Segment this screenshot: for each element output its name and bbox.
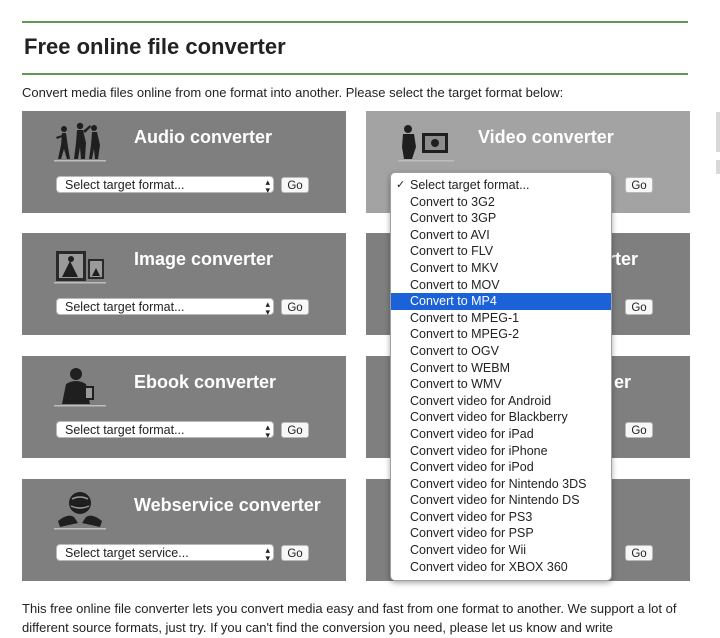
globe-hands-icon [52,487,108,536]
select-arrows-icon: ▴ ▾ [265,422,270,440]
option-label: Convert video for PSP [410,526,534,541]
hash-go-button[interactable]: Go [625,545,653,561]
dropdown-option[interactable]: Convert video for iPhone [391,443,611,460]
footer-text: This free online file converter lets you… [22,601,677,635]
dropdown-option[interactable]: Convert video for Android [391,393,611,410]
option-label: Convert video for iPad [410,426,534,441]
video-converter-title: Video converter [478,127,614,147]
image-converter-card: Image converter Select target format... … [22,233,346,335]
select-value: Select target format... [65,178,185,192]
dropdown-option[interactable]: Convert video for iPad [391,426,611,443]
select-value: Select target format... [65,423,185,437]
video-camera-icon [396,119,456,168]
option-label: Convert video for iPod [410,460,534,475]
dropdown-option[interactable]: Convert to WEBM [391,360,611,377]
ebook-go-button[interactable]: Go [281,422,309,438]
video-go-button[interactable]: Go [625,177,653,193]
dropdown-option[interactable]: Convert video for PSP [391,525,611,542]
document-go-button[interactable]: Go [625,299,653,315]
ebook-converter-title: Ebook converter [134,372,277,392]
dropdown-options: ✓ Select target format... Convert to 3G2 Co… [391,177,611,575]
dropdown-option[interactable]: Convert video for iPod [391,459,611,476]
option-label: Convert to MKV [410,260,499,275]
option-label: Convert to AVI [410,227,490,242]
option-label: Convert video for Nintendo DS [410,493,580,508]
archive-converter-title: er [614,372,632,392]
dropdown-option[interactable]: ✓ Select target format... [391,177,611,194]
reader-person-icon [52,364,108,413]
dropdown-option[interactable]: Convert video for Blackberry [391,409,611,426]
image-go-button[interactable]: Go [281,299,309,315]
ebook-format-select[interactable]: Select target format... ▴ ▾ [56,421,274,440]
page-title: Free online file converter [24,34,286,59]
right-edge-stripe [716,160,720,174]
option-label: Convert video for Blackberry [410,410,568,425]
audio-converter-card: Audio converter Select target format... … [22,111,346,213]
option-label: Convert to OGV [410,343,499,358]
select-arrows-icon: ▴ ▾ [265,545,270,563]
dropdown-option[interactable]: Convert to MPEG-2 [391,326,611,343]
option-label: Convert video for iPhone [410,443,548,458]
dropdown-option[interactable]: Convert to MP4 [391,293,611,310]
select-value: Select target format... [65,300,185,314]
webservice-go-button[interactable]: Go [281,545,309,561]
dropdown-option[interactable]: Convert to OGV [391,343,611,360]
ebook-converter-card: Ebook converter Select target format... … [22,356,346,458]
image-format-select[interactable]: Select target format... ▴ ▾ [56,298,274,317]
option-label: Convert to MOV [410,277,500,292]
dropdown-option[interactable]: Convert to WMV [391,376,611,393]
audio-go-button[interactable]: Go [281,177,309,193]
option-label: Convert to WEBM [410,360,511,375]
webservice-converter-card: Webservice converter Select target servi… [22,479,346,581]
dropdown-option[interactable]: Convert to MOV [391,277,611,294]
dropdown-option[interactable]: Convert video for XBOX 360 [391,559,611,576]
dropdown-option[interactable]: Convert to 3GP [391,210,611,227]
option-label: Convert to FLV [410,244,494,259]
webservice-select[interactable]: Select target service... ▴ ▾ [56,544,274,563]
select-arrows-icon: ▴ ▾ [265,299,270,317]
option-label: Convert video for Android [410,393,552,408]
select-value: Select target service... [65,546,189,560]
dancers-icon [52,119,108,168]
dropdown-option[interactable]: Convert to FLV [391,243,611,260]
option-label: Convert to 3GP [410,211,497,226]
option-label: Convert to MPEG-1 [410,310,520,325]
right-edge-stripe [716,112,720,152]
option-label: Convert video for Nintendo 3DS [410,476,587,491]
option-label: Convert video for Wii [410,543,527,558]
document-converter-title: rter [608,249,639,269]
webservice-converter-title: Webservice converter [134,495,321,515]
archive-go-button[interactable]: Go [625,422,653,438]
video-format-dropdown[interactable]: ✓ Select target format... Convert to 3G2 Co… [390,172,612,581]
select-arrows-icon: ▴ ▾ [265,177,270,195]
option-label: Convert to WMV [410,377,502,392]
option-label: Convert video for PS3 [410,509,533,524]
intro-text: Convert media files online from one form… [22,85,564,100]
title-divider [22,73,688,75]
option-label: Convert to 3G2 [410,194,495,209]
photo-frames-icon [52,241,108,290]
checkmark-icon: ✓ [396,179,406,191]
dropdown-option[interactable]: Convert to MKV [391,260,611,277]
dropdown-option[interactable]: Convert video for PS3 [391,509,611,526]
top-divider [22,21,688,23]
dropdown-option[interactable]: Convert to MPEG-1 [391,310,611,327]
dropdown-option[interactable]: Convert to 3G2 [391,194,611,211]
dropdown-option[interactable]: Convert video for Nintendo 3DS [391,476,611,493]
dropdown-option[interactable]: Convert to AVI [391,227,611,244]
audio-format-select[interactable]: Select target format... ▴ ▾ [56,176,274,195]
dropdown-option[interactable]: Convert video for Wii [391,542,611,559]
option-label: Select target format... [410,178,530,192]
option-label: Convert to MPEG-2 [410,327,520,342]
option-label: Convert to MP4 [410,294,497,309]
dropdown-option[interactable]: Convert video for Nintendo DS [391,492,611,509]
image-converter-title: Image converter [134,249,274,269]
option-label: Convert video for XBOX 360 [410,559,568,574]
audio-converter-title: Audio converter [134,127,273,147]
